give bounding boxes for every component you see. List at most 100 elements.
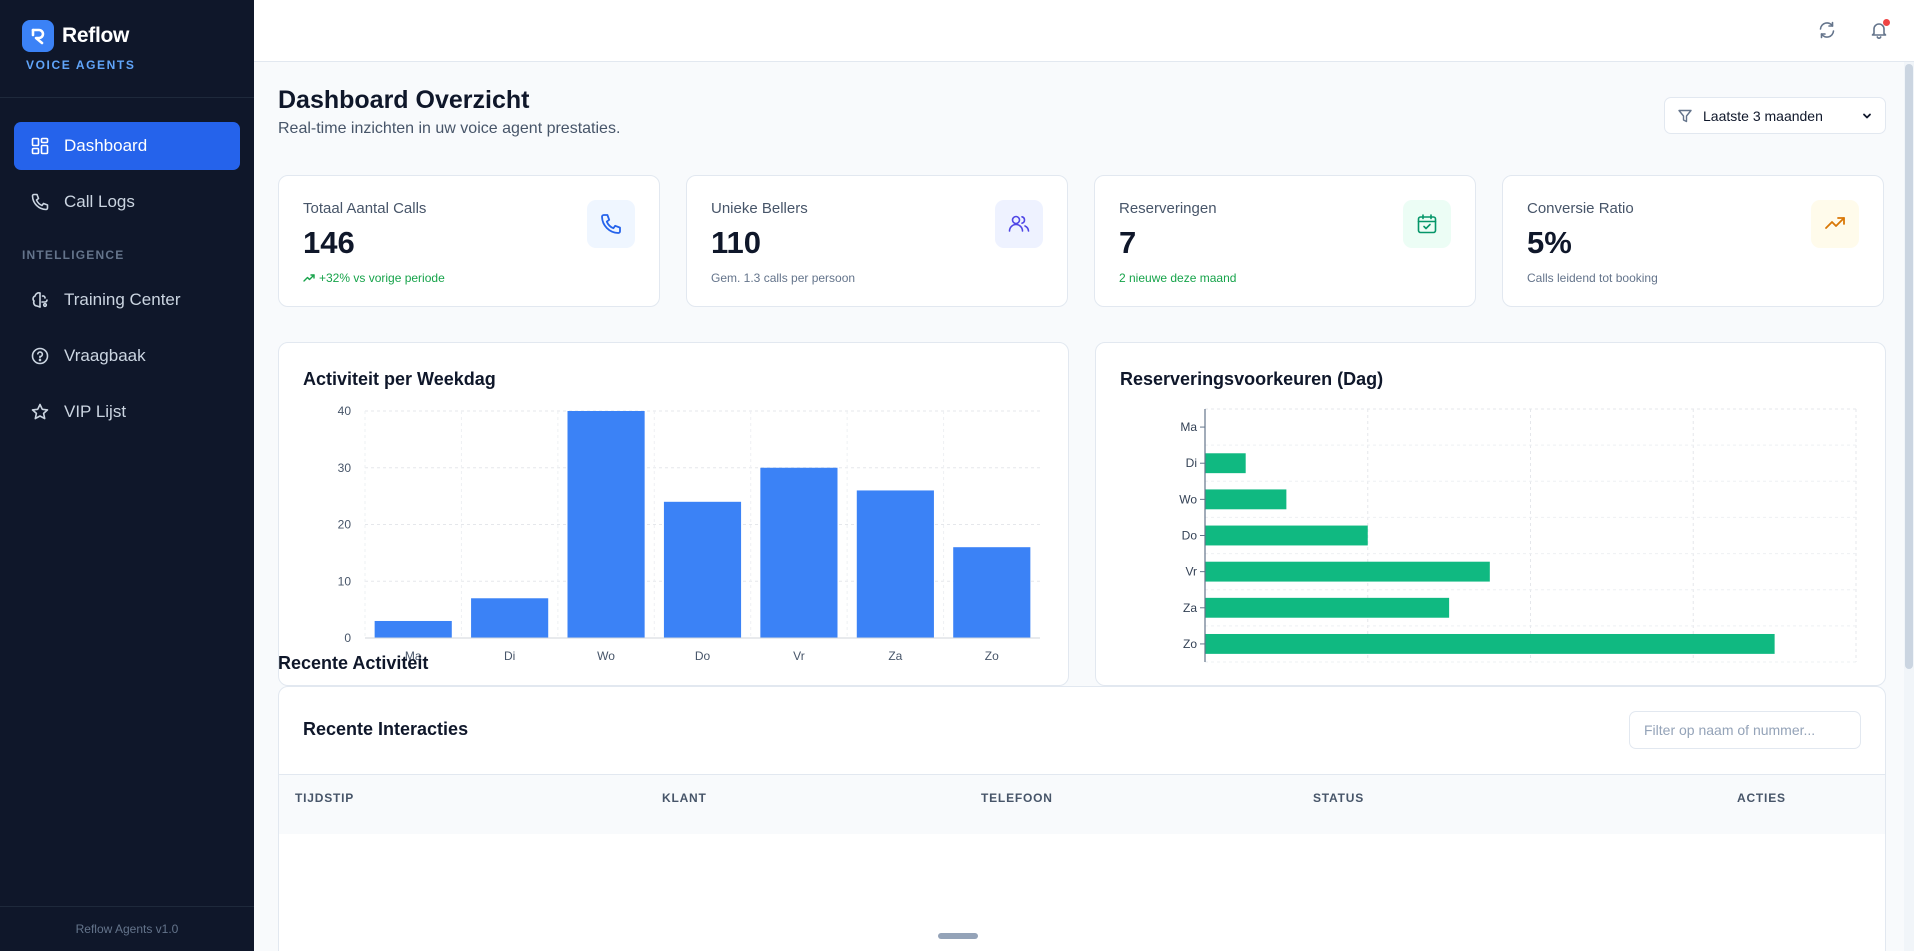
bar-za xyxy=(856,490,934,638)
bar-do xyxy=(1205,525,1368,546)
y-tick-label: 40 xyxy=(338,404,352,418)
table-header: TIJDSTIP KLANT TELEFOON STATUS ACTIES xyxy=(279,774,1885,834)
y-tick-label: 30 xyxy=(338,461,352,475)
stat-icon-box xyxy=(995,200,1043,248)
stat-value: 5% xyxy=(1527,225,1572,260)
stat-card-conversion: Conversie Ratio 5% Calls leidend tot boo… xyxy=(1502,175,1884,307)
brain-icon xyxy=(32,292,48,308)
sidebar-item-call-logs[interactable]: Call Logs xyxy=(14,178,240,226)
bar-vr xyxy=(760,467,838,638)
bar-ma xyxy=(374,620,452,638)
y-tick-label: Do xyxy=(1182,529,1198,543)
stat-note: +32% vs vorige periode xyxy=(303,271,635,285)
y-tick-label: Zo xyxy=(1183,637,1197,651)
brand-name: Reflow xyxy=(62,24,130,47)
notifications-button[interactable] xyxy=(1866,17,1892,43)
section-title-recent: Recente Activiteit xyxy=(278,653,429,673)
recent-interactions-card: Recente Interacties TIJDSTIP KLANT TELEF… xyxy=(278,686,1886,951)
period-filter-value: Laatste 3 maanden xyxy=(1703,107,1823,124)
sidebar-item-label: Vraagbaak xyxy=(64,346,146,365)
star-icon xyxy=(31,403,49,420)
stat-note: Calls leidend tot booking xyxy=(1527,271,1658,285)
y-tick-label: Za xyxy=(1183,601,1197,615)
x-tick-label: Zo xyxy=(985,649,999,663)
reflow-logo-icon xyxy=(22,20,54,52)
stat-note: 2 nieuwe deze maand xyxy=(1119,271,1237,285)
chart-card-activity: Activiteit per Weekdag 0 10 20 30 40 Ma Di Wo Do… xyxy=(278,342,1069,686)
period-filter-select[interactable]: Laatste 3 maanden xyxy=(1664,97,1886,134)
column-header-acties[interactable]: ACTIES xyxy=(1737,791,1786,805)
stat-label: Reserveringen xyxy=(1119,200,1217,217)
bar-do xyxy=(663,501,742,638)
y-tick-label: Di xyxy=(1186,456,1197,470)
stat-note: Gem. 1.3 calls per persoon xyxy=(711,271,856,285)
chart-card-reservations: Reserveringsvoorkeuren (Dag) Ma Di Wo Do Vr Z… xyxy=(1095,342,1886,686)
filter-icon xyxy=(1678,109,1692,122)
help-circle-icon xyxy=(31,347,49,365)
column-header-klant[interactable]: KLANT xyxy=(662,791,707,805)
page-subtitle: Real-time inzichten in uw voice agent pr… xyxy=(278,120,621,137)
stat-card-total-calls: Totaal Aantal Calls 146 +32% vs vorige p… xyxy=(278,175,660,307)
brand-subtitle: VOICE AGENTS xyxy=(26,58,136,72)
notification-dot xyxy=(1883,19,1890,26)
column-header-telefoon[interactable]: TELEFOON xyxy=(981,791,1053,805)
brand: Reflow VOICE AGENTS xyxy=(0,0,254,98)
sidebar-item-label: VIP Lijst xyxy=(64,402,127,421)
x-tick-label: Za xyxy=(888,649,902,663)
chevron-down-icon xyxy=(1863,113,1871,118)
sidebar-item-dashboard[interactable]: Dashboard xyxy=(14,122,240,170)
refresh-button[interactable] xyxy=(1814,17,1840,43)
stat-value: 110 xyxy=(711,225,762,260)
reservations-bar-chart: Ma Di Wo Do Vr Za Zo xyxy=(1179,408,1857,663)
y-tick-label: Vr xyxy=(1185,565,1197,579)
page-title: Dashboard Overzicht xyxy=(278,86,530,114)
sidebar-item-training-center[interactable]: Training Center xyxy=(14,276,240,324)
layout-grid-icon xyxy=(31,137,49,155)
stat-card-reservations: Reserveringen 7 2 nieuwe deze maand xyxy=(1094,175,1476,307)
x-tick-label: Di xyxy=(504,649,515,663)
stat-label: Conversie Ratio xyxy=(1527,200,1634,217)
bar-za xyxy=(1205,597,1450,618)
stat-label: Totaal Aantal Calls xyxy=(303,200,427,217)
stat-icon-box xyxy=(1403,200,1451,248)
sidebar-item-label: Dashboard xyxy=(64,136,148,155)
sidebar-item-vip-lijst[interactable]: VIP Lijst xyxy=(14,388,240,436)
sidebar-item-label: Call Logs xyxy=(64,192,135,211)
drag-handle[interactable] xyxy=(938,933,978,939)
sidebar-footer-version: Reflow Agents v1.0 xyxy=(0,906,254,951)
scrollbar-thumb[interactable] xyxy=(1905,64,1913,669)
y-tick-label: 0 xyxy=(344,631,351,645)
bar-zo xyxy=(953,547,1031,638)
calendar-check-icon xyxy=(1417,214,1437,234)
sidebar: Reflow VOICE AGENTS Dashboard Call Logs … xyxy=(0,0,254,951)
stat-icon-box xyxy=(587,200,635,248)
stat-card-unique-callers: Unieke Bellers 110 Gem. 1.3 calls per pe… xyxy=(686,175,1068,307)
bar-wo xyxy=(567,411,645,638)
x-tick-label: Do xyxy=(695,649,711,663)
stat-cards: Totaal Aantal Calls 146 +32% vs vorige p… xyxy=(278,175,1886,307)
bar-di xyxy=(1205,453,1246,474)
bar-zo xyxy=(1205,633,1775,654)
sidebar-item-vraagbaak[interactable]: Vraagbaak xyxy=(14,332,240,380)
sidebar-section-intelligence: INTELLIGENCE xyxy=(22,248,125,262)
stat-label: Unieke Bellers xyxy=(711,200,808,217)
x-tick-label: Wo xyxy=(597,649,615,663)
table-filter-input[interactable] xyxy=(1629,711,1861,749)
activity-bar-chart: 010203040Ma Di Wo Do Vr Za Zo xyxy=(338,404,1040,663)
stat-icon-box xyxy=(1811,200,1859,248)
y-tick-label: 20 xyxy=(338,518,352,532)
topbar xyxy=(254,0,1914,62)
y-tick-label: Wo xyxy=(1179,492,1197,506)
column-header-status[interactable]: STATUS xyxy=(1313,791,1364,805)
phone-icon xyxy=(31,193,49,211)
y-tick-label: Ma xyxy=(1180,420,1197,434)
x-tick-label: Vr xyxy=(793,649,805,663)
stat-value: 146 xyxy=(303,225,355,260)
sidebar-item-label: Training Center xyxy=(64,290,181,309)
y-tick-label: 10 xyxy=(338,574,352,588)
refresh-icon xyxy=(1819,21,1835,39)
trending-up-icon xyxy=(303,274,315,282)
bar-wo xyxy=(1205,489,1287,510)
stat-value: 7 xyxy=(1119,225,1137,260)
column-header-tijdstip[interactable]: TIJDSTIP xyxy=(295,791,354,805)
